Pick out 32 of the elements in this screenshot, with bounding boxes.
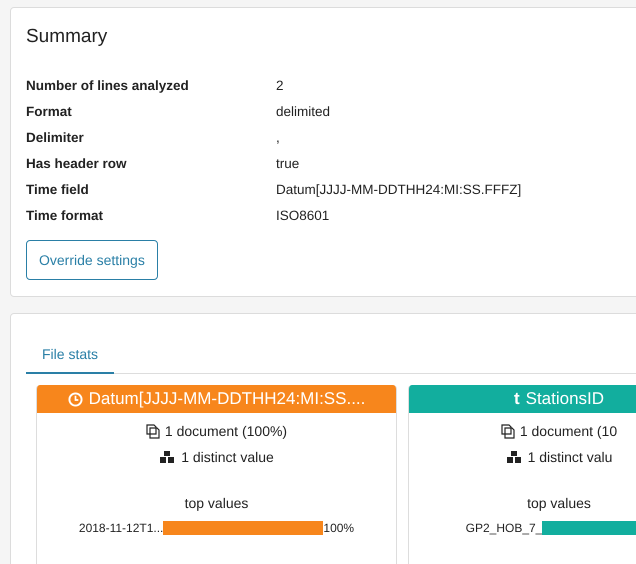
field-value: delimited xyxy=(276,104,330,118)
clock-icon xyxy=(68,392,83,406)
override-settings-button[interactable]: Override settings xyxy=(26,240,158,280)
field-value: 2 xyxy=(276,78,284,92)
field-value: ISO8601 xyxy=(276,208,330,222)
cubes-icon xyxy=(159,450,176,464)
field-value: Datum[JJJJ-MM-DDTHH24:MI:SS.FFFZ] xyxy=(276,182,522,196)
document-count: 1 document (100%) xyxy=(164,423,288,439)
field-label: Format xyxy=(26,104,73,118)
top-value: GP2_HOB_7_ xyxy=(466,521,542,535)
summary-title: Summary xyxy=(26,26,108,48)
cubes-icon xyxy=(506,450,523,464)
document-count: 1 document (10 xyxy=(520,423,618,439)
top-values-title: top values xyxy=(184,495,248,511)
field-name: StationsID xyxy=(526,389,604,409)
top-values-title: top values xyxy=(527,495,591,511)
field-value: true xyxy=(276,156,300,170)
value-percent: 100% xyxy=(323,521,354,535)
field-label: Number of lines analyzed xyxy=(26,78,190,92)
documents-icon xyxy=(500,424,515,438)
field-name: Datum[JJJJ-MM-DDTHH24:MI:SS.... xyxy=(88,389,366,409)
distinct-count: 1 distinct valu xyxy=(528,449,612,465)
field-value: , xyxy=(276,130,280,144)
field-label: Has header row xyxy=(26,156,128,170)
field-label: Time field xyxy=(26,182,90,196)
field-label: Time format xyxy=(26,208,104,222)
top-value: 2018-11-12T1... xyxy=(78,521,164,535)
tab[interactable]: File stats xyxy=(26,334,114,374)
text-type-icon: t xyxy=(514,389,520,409)
documents-icon xyxy=(146,424,160,438)
distinct-count: 1 distinct value xyxy=(181,449,274,465)
field-label: Delimiter xyxy=(26,130,85,144)
